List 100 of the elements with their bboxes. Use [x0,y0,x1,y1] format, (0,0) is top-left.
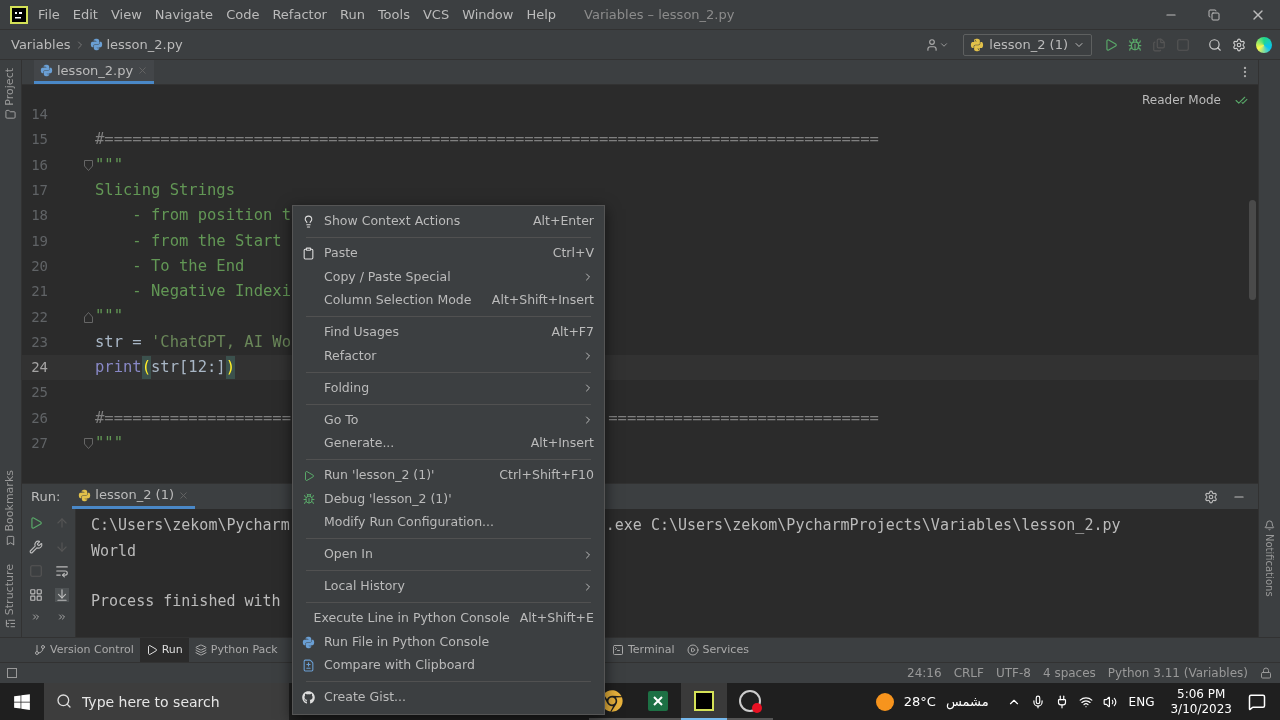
more-icon[interactable] [57,612,67,622]
scroll-to-end-icon[interactable] [55,588,69,602]
lightbulb-icon [302,215,315,229]
taskbar-app[interactable] [681,683,727,720]
menu-item[interactable]: Modify Run Configuration... [293,511,604,535]
line-number: 15 [30,130,48,150]
menu-item[interactable]: Go To [293,408,604,432]
run-config-dropdown[interactable]: lesson_2 (1) [963,33,1092,56]
status-item[interactable]: CRLF [953,664,984,682]
status-item[interactable]: UTF-8 [995,664,1031,682]
menu-item[interactable]: Generate... Alt+Insert [293,432,604,456]
console-line: World [91,540,137,562]
search-field[interactable]: Type here to search [44,683,289,720]
restore-icon[interactable] [1208,8,1220,21]
menu-item[interactable]: Column Selection Mode Alt+Shift+Insert [293,289,604,313]
menu-item[interactable]: Edit [72,4,98,25]
menu-item[interactable]: Folding [293,376,604,400]
recorder-icon [739,689,761,712]
panel-toggle-icon[interactable] [7,668,17,678]
line-number: 26 [30,408,48,428]
bell-icon [1264,520,1275,532]
menu-item[interactable]: Paste Ctrl+V [293,242,604,266]
menu-item[interactable]: Execute Line in Python Console Alt+Shift+E [293,607,604,631]
start-icon[interactable] [13,692,31,711]
code-line: ============================= [608,407,879,429]
menu-item[interactable]: Code [226,4,260,25]
editor-tab[interactable]: lesson_2.py [34,60,155,84]
menu-item[interactable]: Local History [293,575,604,599]
tool-window-tab[interactable]: Services [680,638,755,662]
menu-item[interactable]: Compare with Clipboard [293,654,604,678]
volume-icon[interactable] [1102,694,1117,709]
menu-item[interactable]: Window [462,4,514,25]
code-line: """ [95,306,123,328]
language-indicator[interactable]: ENG [1128,692,1155,711]
settings-icon[interactable] [1204,489,1218,504]
console-line: Process finished with [91,591,281,613]
menu-item[interactable]: Open In [293,543,604,567]
menu-item[interactable]: Refactor [272,4,327,25]
code-line: #==================== [95,407,291,429]
plugin-logo[interactable] [1256,36,1272,53]
menu-item[interactable]: VCS [422,4,450,25]
menu-item[interactable]: View [110,4,142,25]
rerun-icon[interactable] [28,516,43,530]
more-icon[interactable] [30,612,41,622]
menu-item[interactable]: Debug 'lesson_2 (1)' [293,487,604,511]
line-number: 16 [30,155,48,175]
clock-date[interactable]: 3/10/2023 [1170,701,1232,717]
breadcrumb-item[interactable]: Variables [11,34,71,55]
debug-icon [302,493,315,506]
tool-window-label[interactable]: Bookmarks [2,470,19,532]
fold-icon[interactable] [84,438,93,449]
scrollbar-thumb[interactable] [1249,200,1256,300]
layout-icon[interactable] [28,588,43,602]
reader-mode-label[interactable]: Reader Mode [1142,91,1221,109]
wrap-icon[interactable] [55,564,69,578]
tool-window-label[interactable]: Project [2,68,19,106]
tool-window-tab[interactable]: Run [139,638,189,662]
wrench-icon[interactable] [28,540,43,554]
menu-item[interactable]: Refactor [293,344,604,368]
search-icon[interactable] [1208,37,1222,52]
menu-item[interactable]: Copy / Paste Special [293,265,604,289]
menu-item[interactable]: Show Context Actions Alt+Enter [293,210,604,234]
menu-item[interactable]: Run File in Python Console [293,630,604,654]
tool-window-label[interactable]: Structure [2,563,19,615]
line-number: 23 [30,332,48,352]
structure-icon [5,618,16,629]
status-item[interactable]: 4 spaces [1042,664,1096,682]
user-icon[interactable] [925,37,940,52]
wifi-icon[interactable] [1078,694,1093,709]
run-icon[interactable] [1104,37,1118,52]
fold-icon[interactable] [84,311,93,323]
python-icon [302,635,315,649]
settings-icon[interactable] [1232,37,1246,52]
menu-item[interactable]: Find Usages Alt+F7 [293,321,604,345]
status-item[interactable]: Python 3.11 (Variables) [1107,664,1248,682]
tool-window-tab[interactable]: Version Control [28,638,140,662]
tool-window-tab[interactable]: Terminal [606,638,681,662]
branch-icon [34,644,46,656]
breadcrumb-item[interactable]: lesson_2.py [106,34,183,55]
menu-item[interactable]: Navigate [154,4,214,25]
notifications-icon[interactable] [1248,692,1266,711]
menu-item[interactable]: Run [339,4,365,25]
debug-icon[interactable] [1128,37,1142,52]
lock-icon[interactable] [1260,667,1272,679]
status-item[interactable]: 24:16 [907,664,942,682]
microphone-icon[interactable] [1030,694,1045,709]
layers-icon [194,644,207,656]
menu-item[interactable]: Help [526,4,557,25]
clock-time[interactable]: 5:06 PM [1177,686,1226,702]
python-icon [970,37,985,52]
code-line: - To the End [131,255,245,277]
menu-item[interactable]: File [38,4,60,25]
menu-item[interactable]: Run 'lesson_2 (1)' Ctrl+Shift+F10 [293,464,604,488]
tool-window-tab[interactable]: Python Pack [188,638,284,662]
tool-window-label[interactable]: Notifications [1262,534,1277,597]
terminal-icon [612,644,624,656]
menu-item[interactable]: Tools [377,4,410,25]
menu-item[interactable]: Create Gist... [293,686,604,710]
fold-icon[interactable] [84,159,93,171]
github-icon [302,691,315,705]
